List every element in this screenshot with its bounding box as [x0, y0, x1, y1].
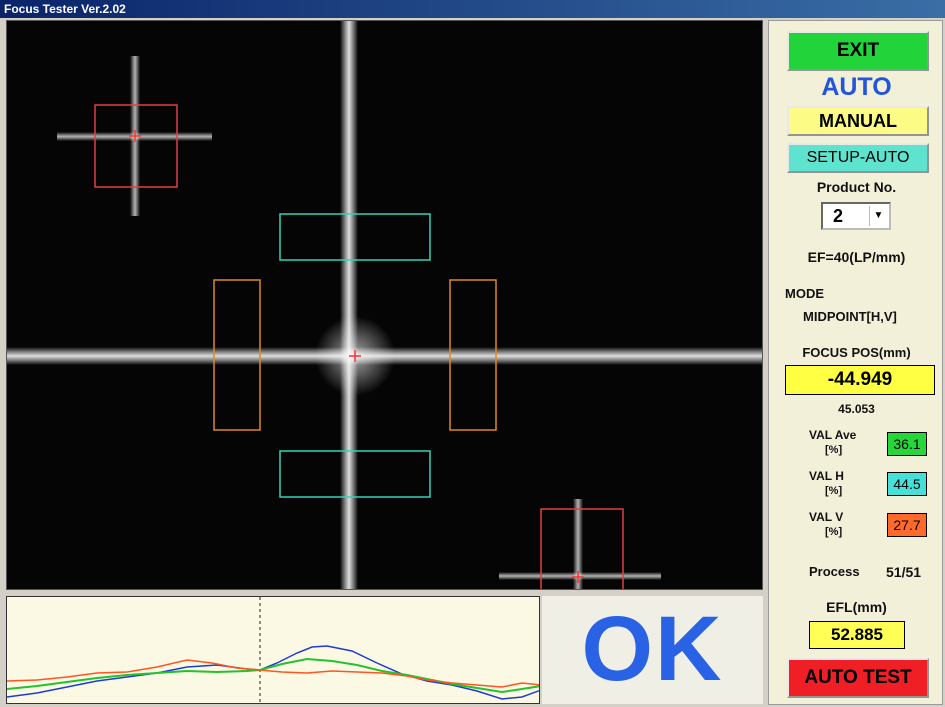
- focus-pos-sub: 45.053: [838, 402, 875, 416]
- focus-pos-value: -44.949: [785, 365, 935, 395]
- val-ave-unit: [%]: [825, 444, 843, 456]
- efl-label: EFL(mm): [826, 599, 887, 615]
- chevron-down-icon[interactable]: ▼: [869, 206, 887, 226]
- mode-status: AUTO: [821, 73, 892, 101]
- val-v-label: VAL V: [809, 510, 844, 524]
- val-ave-value: 36.1: [887, 432, 927, 456]
- curve-blue: [7, 645, 539, 700]
- process-value: 51/51: [886, 564, 922, 580]
- result-display: OK: [542, 596, 763, 704]
- br-target-horizontal: [499, 572, 661, 580]
- val-v-value: 27.7: [887, 513, 927, 537]
- focus-curve-plot: [7, 597, 539, 703]
- setup-auto-button[interactable]: SETUP-AUTO: [787, 143, 929, 173]
- manual-button[interactable]: MANUAL: [787, 106, 929, 136]
- product-value: 2: [833, 206, 844, 226]
- process-label: Process: [809, 564, 860, 579]
- exit-button[interactable]: EXIT: [787, 31, 929, 71]
- focus-pos-label: FOCUS POS(mm): [802, 345, 911, 360]
- product-select[interactable]: 2 ▼: [821, 202, 891, 230]
- control-panel: EXIT AUTO MANUAL SETUP-AUTO Product No. …: [768, 20, 943, 705]
- val-ave-label: VAL Ave: [809, 428, 857, 442]
- camera-image: [7, 21, 762, 589]
- val-h-value: 44.5: [887, 472, 927, 496]
- center-vertical-line: [340, 21, 358, 589]
- auto-test-button[interactable]: AUTO TEST: [787, 658, 929, 698]
- val-h-label: VAL H: [809, 469, 844, 483]
- focus-curve-graph: [6, 596, 540, 704]
- title-bar: Focus Tester Ver.2.02: [0, 0, 945, 18]
- image-viewer: [6, 20, 763, 590]
- mode-label: MODE: [785, 286, 824, 301]
- mode-value: MIDPOINT[H,V]: [803, 309, 897, 324]
- window-title: Focus Tester Ver.2.02: [4, 2, 126, 16]
- val-h-unit: [%]: [825, 485, 843, 497]
- product-label: Product No.: [816, 179, 897, 195]
- ef-label: EF=40(LP/mm): [807, 249, 906, 265]
- result-text: OK: [581, 598, 724, 700]
- efl-value: 52.885: [809, 621, 905, 649]
- val-v-unit: [%]: [825, 526, 843, 538]
